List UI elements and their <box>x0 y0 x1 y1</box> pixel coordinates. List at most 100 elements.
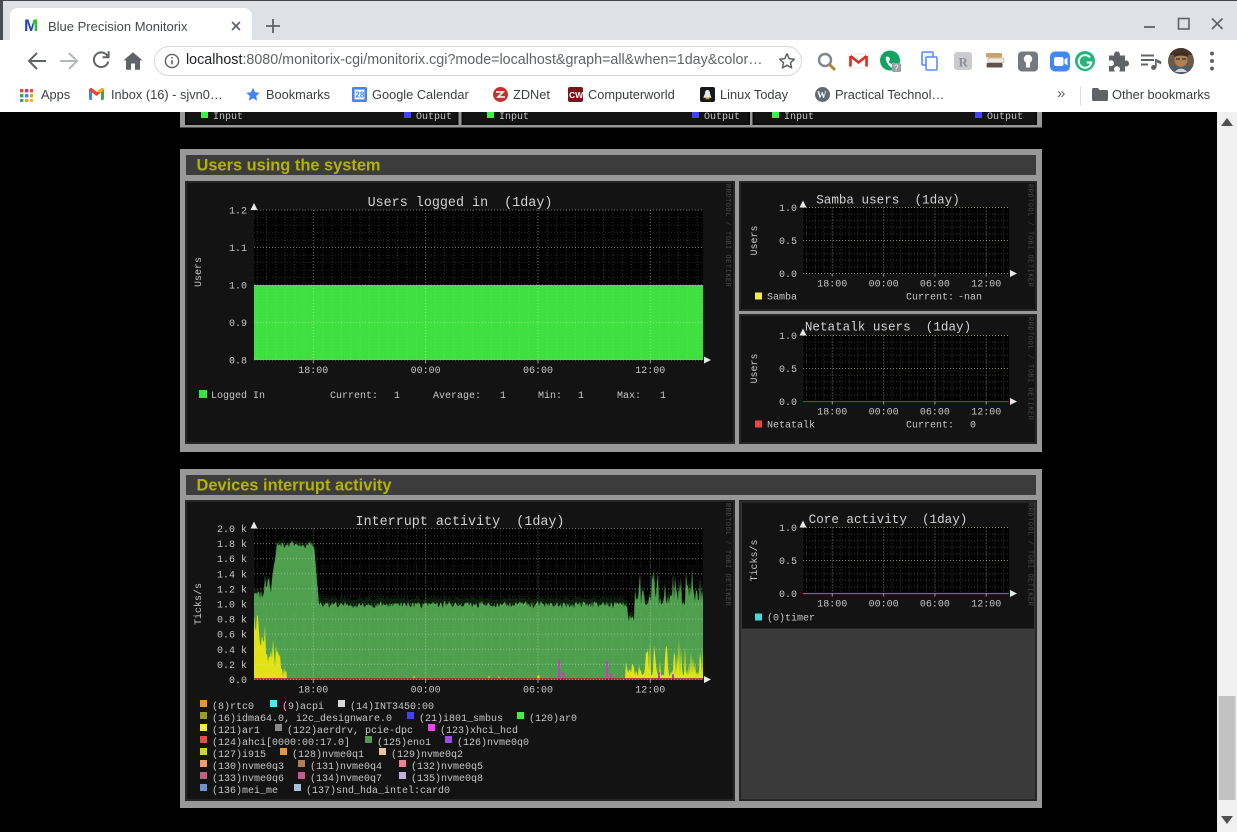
svg-text:W: W <box>817 91 827 101</box>
svg-text:12:00: 12:00 <box>971 600 1001 611</box>
svg-text:2.0 k: 2.0 k <box>217 524 247 536</box>
svg-text:Ticks/s: Ticks/s <box>193 583 205 625</box>
svg-text:0.8: 0.8 <box>229 357 247 368</box>
svg-text:Users: Users <box>750 353 761 383</box>
svg-text:0.9: 0.9 <box>229 319 247 330</box>
svg-text:06:00: 06:00 <box>523 366 553 377</box>
svg-text:0.0: 0.0 <box>229 676 247 687</box>
svg-text:0: 0 <box>970 421 976 432</box>
svg-text:(123)xhci_hcd: (123)xhci_hcd <box>440 725 518 737</box>
svg-text:(21)i801_smbus: (21)i801_smbus <box>419 713 503 725</box>
svg-text:0.5: 0.5 <box>779 365 797 376</box>
svg-text:Samba users (1day): Samba users (1day) <box>816 194 960 208</box>
svg-text:Input: Input <box>213 112 243 123</box>
svg-text:Current:: Current: <box>906 293 954 304</box>
svg-text:0.0: 0.0 <box>779 590 797 601</box>
svg-text:RRDTOOL / TOBI OETIKER: RRDTOOL / TOBI OETIKER <box>723 503 731 607</box>
svg-text:Output: Output <box>416 112 452 123</box>
svg-text:1: 1 <box>500 391 506 402</box>
svg-text:RRDTOOL / TOBI OETIKER: RRDTOOL / TOBI OETIKER <box>1026 184 1034 288</box>
svg-text:18:00: 18:00 <box>298 366 328 377</box>
svg-text:(122)aerdrv, pcie-dpc: (122)aerdrv, pcie-dpc <box>287 725 413 737</box>
svg-text:(14)INT3450:00: (14)INT3450:00 <box>350 701 434 713</box>
svg-text:Users: Users <box>194 257 205 287</box>
svg-text:18:00: 18:00 <box>298 686 328 697</box>
svg-text:(137)snd_hda_intel:card0: (137)snd_hda_intel:card0 <box>306 785 450 797</box>
svg-text:00:00: 00:00 <box>869 280 899 291</box>
svg-text:CW: CW <box>569 90 583 100</box>
svg-text:RRDTOOL / TOBI OETIKER: RRDTOOL / TOBI OETIKER <box>723 184 731 288</box>
svg-text:Output: Output <box>987 112 1023 123</box>
svg-text:1.2 k: 1.2 k <box>217 584 247 596</box>
svg-text:18:00: 18:00 <box>817 408 847 419</box>
svg-text:(9)acpi: (9)acpi <box>282 701 324 713</box>
svg-text:06:00: 06:00 <box>523 686 553 697</box>
svg-text:Core activity (1day): Core activity (1day) <box>809 513 968 527</box>
svg-text:0.0: 0.0 <box>779 270 797 281</box>
svg-text:(134)nvme0q7: (134)nvme0q7 <box>310 773 382 785</box>
svg-text:1.0 k: 1.0 k <box>217 600 247 612</box>
svg-text:1.8 k: 1.8 k <box>217 539 247 551</box>
svg-text:28: 28 <box>355 91 364 100</box>
svg-text:Samba: Samba <box>767 292 797 304</box>
svg-text:(129)nvme0q2: (129)nvme0q2 <box>391 749 463 761</box>
svg-text:(126)nvme0q0: (126)nvme0q0 <box>457 737 529 749</box>
svg-text:Current:: Current: <box>330 391 378 402</box>
svg-text:1: 1 <box>660 391 666 402</box>
svg-text:06:00: 06:00 <box>920 600 950 611</box>
svg-text:(133)nvme0q6: (133)nvme0q6 <box>212 773 284 785</box>
svg-text:0.5: 0.5 <box>779 557 797 568</box>
svg-text:0.0: 0.0 <box>779 398 797 409</box>
svg-text:(120)ar0: (120)ar0 <box>529 713 577 725</box>
svg-text:(125)eno1: (125)eno1 <box>377 737 431 749</box>
svg-text:(135)nvme0q8: (135)nvme0q8 <box>411 773 483 785</box>
svg-text:12:00: 12:00 <box>971 408 1001 419</box>
svg-text:1.2: 1.2 <box>229 207 247 218</box>
svg-text:(131)nvme0q4: (131)nvme0q4 <box>310 761 382 773</box>
svg-text:Netatalk: Netatalk <box>767 420 815 432</box>
svg-text:0.6 k: 0.6 k <box>217 630 247 642</box>
svg-text:1: 1 <box>394 391 400 402</box>
svg-text:(121)ar1: (121)ar1 <box>212 725 260 737</box>
svg-text:(127)i915: (127)i915 <box>212 749 266 761</box>
svg-text:(0)timer: (0)timer <box>767 613 815 625</box>
svg-text:1: 1 <box>578 391 584 402</box>
svg-text:Interrupt activity (1day): Interrupt activity (1day) <box>356 515 565 530</box>
svg-text:1.0: 1.0 <box>779 332 797 343</box>
svg-text:0.5: 0.5 <box>779 237 797 248</box>
svg-text:Devices interrupt activity: Devices interrupt activity <box>197 477 393 495</box>
svg-text:R: R <box>959 55 969 70</box>
svg-text:06:00: 06:00 <box>920 408 950 419</box>
svg-text:Ticks/s: Ticks/s <box>749 539 761 581</box>
svg-text:0.4 k: 0.4 k <box>217 645 247 657</box>
svg-text:Input: Input <box>784 112 814 123</box>
svg-text:(128)nvme0q1: (128)nvme0q1 <box>292 749 364 761</box>
svg-text:00:00: 00:00 <box>411 366 441 377</box>
svg-text:Current:: Current: <box>906 421 954 432</box>
svg-text:(16)idma64.0, i2c_designware.0: (16)idma64.0, i2c_designware.0 <box>212 713 392 725</box>
svg-text:Average:: Average: <box>433 391 481 402</box>
svg-text:00:00: 00:00 <box>869 600 899 611</box>
svg-text:RRDTOOL / TOBI OETIKER: RRDTOOL / TOBI OETIKER <box>1026 317 1034 421</box>
svg-text:Input: Input <box>499 112 529 123</box>
svg-text:18:00: 18:00 <box>817 600 847 611</box>
svg-text:(132)nvme0q5: (132)nvme0q5 <box>411 761 483 773</box>
svg-text:00:00: 00:00 <box>411 686 441 697</box>
svg-text:(130)nvme0q3: (130)nvme0q3 <box>212 761 284 773</box>
svg-text:RRDTOOL / TOBI OETIKER: RRDTOOL / TOBI OETIKER <box>1026 503 1034 607</box>
svg-text:0.2 k: 0.2 k <box>217 660 247 672</box>
svg-text:?: ? <box>894 64 899 73</box>
svg-text:(8)rtc0: (8)rtc0 <box>212 701 254 713</box>
svg-text:1.0: 1.0 <box>229 282 247 293</box>
svg-text:1.6 k: 1.6 k <box>217 554 247 566</box>
svg-text:06:00: 06:00 <box>920 280 950 291</box>
svg-text:(136)mei_me: (136)mei_me <box>212 785 278 797</box>
svg-text:1.1: 1.1 <box>229 244 247 255</box>
svg-text:12:00: 12:00 <box>635 366 665 377</box>
svg-text:Users logged in (1day): Users logged in (1day) <box>368 196 553 211</box>
svg-text:12:00: 12:00 <box>635 686 665 697</box>
svg-text:1.4 k: 1.4 k <box>217 569 247 581</box>
svg-text:1.0: 1.0 <box>779 204 797 215</box>
svg-text:1.0: 1.0 <box>779 524 797 535</box>
svg-text:Max:: Max: <box>617 391 641 402</box>
